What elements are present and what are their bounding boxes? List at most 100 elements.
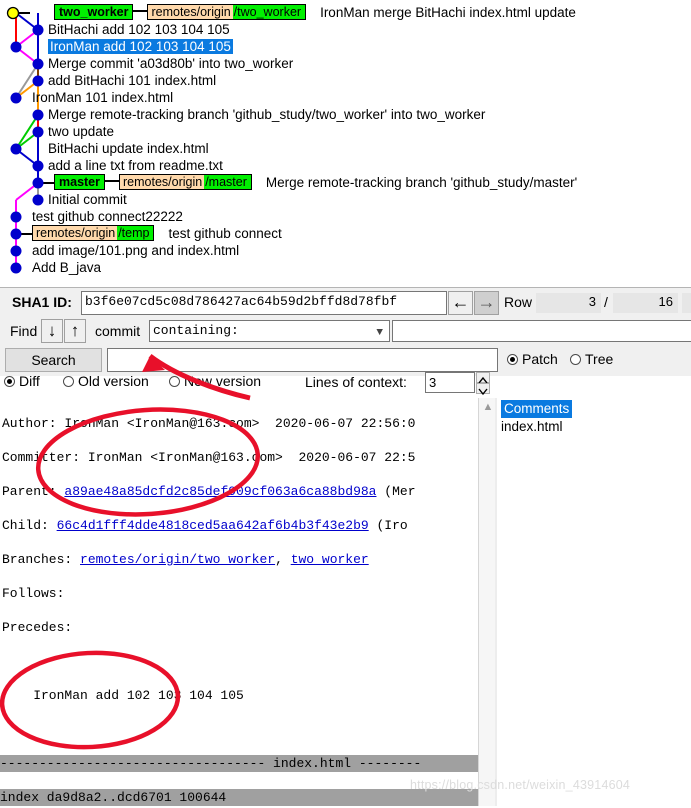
commit-message-text[interactable]: BitHachi add 102 103 104 105: [48, 22, 230, 37]
chevron-down-icon: [478, 388, 488, 396]
sha1-input[interactable]: b3f6e07cd5c08d786427ac64b59d2bffd8d78fbf: [81, 291, 447, 315]
tree-radio[interactable]: Tree: [570, 351, 613, 367]
commit-row[interactable]: Merge remote-tracking branch 'github_stu…: [48, 106, 485, 123]
watermark: https://blog.csdn.net/weixin_43914604: [410, 778, 631, 792]
diff-radio[interactable]: Diff: [4, 373, 40, 389]
lines-of-context-input[interactable]: 3: [425, 372, 475, 393]
row-extra-box: [682, 293, 691, 313]
commit-row[interactable]: add a line txt from readme.txt: [48, 157, 223, 174]
commit-row[interactable]: add image/101.png and index.html: [32, 242, 239, 259]
ref-tag-remote[interactable]: remotes/origin/two_worker: [147, 4, 307, 20]
new-version-label: New version: [184, 373, 262, 389]
patch-radio[interactable]: Patch: [507, 351, 558, 367]
radio-dot-icon: [169, 376, 180, 387]
file-list-pane[interactable]: Comments index.html: [497, 398, 691, 808]
search-input[interactable]: [107, 348, 498, 372]
file-list-item-label[interactable]: Comments: [501, 400, 573, 418]
search-button[interactable]: Search: [5, 348, 102, 372]
commit-message-text[interactable]: IronMan merge BitHachi index.html update: [320, 5, 576, 20]
old-version-radio[interactable]: Old version: [63, 373, 149, 389]
commit-message-text[interactable]: add a line txt from readme.txt: [48, 158, 223, 173]
row-label: Row: [504, 294, 533, 310]
commit-message-text[interactable]: BitHachi update index.html: [48, 141, 209, 156]
commit-row[interactable]: two_worker remotes/origin/two_worker IronM…: [54, 4, 576, 21]
child-sha-link[interactable]: 66c4d1fff4dde4818ced5aa642af6b4b3f43e2b9: [57, 518, 369, 533]
commit-row[interactable]: Initial commit: [48, 191, 127, 208]
lines-of-context-label: Lines of context:: [305, 374, 407, 390]
commit-message-text[interactable]: two update: [48, 124, 114, 139]
row-total-value: 16: [613, 293, 678, 313]
lines-of-context-spinner-down[interactable]: [476, 383, 490, 396]
find-scope-label: commit: [95, 323, 141, 339]
ref-connector-line: [105, 180, 119, 183]
find-up-button[interactable]: ↑: [64, 319, 86, 343]
commit-row[interactable]: test github connect22222: [32, 208, 183, 225]
commit-row[interactable]: IronMan add 102 103 104 105: [48, 38, 233, 55]
commit-message-text[interactable]: test github connect: [168, 226, 281, 241]
commit-detail-pane[interactable]: Author: IronMan <IronMan@163.com> 2020-0…: [0, 398, 478, 806]
child-tail: (Iro: [368, 518, 408, 533]
back-arrow-button[interactable]: ←: [448, 291, 473, 315]
ref-tag-head[interactable]: master: [54, 174, 105, 190]
commit-row[interactable]: Merge commit 'a03d80b' into two_worker: [48, 55, 293, 72]
diff-radio-label: Diff: [19, 373, 40, 389]
find-row: Find ↓ ↑ commit containing: ▼: [0, 318, 691, 346]
ref-tag-remote[interactable]: remotes/origin/temp: [32, 225, 155, 241]
sha1-label: SHA1 ID:: [12, 294, 72, 310]
ref-tag-remote[interactable]: remotes/origin/master: [119, 174, 252, 190]
commit-row[interactable]: master remotes/origin/master Merge remote-…: [54, 174, 577, 191]
commit-message-text[interactable]: add image/101.png and index.html: [32, 243, 239, 258]
new-version-radio[interactable]: New version: [169, 373, 261, 389]
chevron-down-icon: ▼: [376, 327, 383, 339]
parent-label: Parent:: [2, 484, 57, 499]
commit-message-text[interactable]: add BitHachi 101 index.html: [48, 73, 216, 88]
commit-message-text[interactable]: IronMan add 102 103 104 105: [48, 39, 233, 54]
controls-panel: SHA1 ID: b3f6e07cd5c08d786427ac64b59d2bf…: [0, 288, 691, 396]
ref-tag-head[interactable]: two_worker: [54, 4, 134, 20]
commit-row[interactable]: add BitHachi 101 index.html: [48, 72, 216, 89]
branch-link-local[interactable]: two_worker: [291, 552, 369, 567]
author-label: Author:: [2, 416, 57, 431]
ref-remote-suffix: /master: [204, 175, 251, 189]
sha1-row: SHA1 ID: b3f6e07cd5c08d786427ac64b59d2bf…: [0, 288, 691, 318]
radio-dot-icon: [63, 376, 74, 387]
commit-row[interactable]: two update: [48, 123, 114, 140]
author-value: IronMan <IronMan@163.com> 2020-06-07 22:…: [64, 416, 416, 431]
commit-row[interactable]: IronMan 101 index.html: [32, 89, 173, 106]
commit-message: IronMan add 102 103 104 105: [2, 688, 244, 703]
commit-message-text[interactable]: Initial commit: [48, 192, 127, 207]
commit-graph-pane[interactable]: two_worker remotes/origin/two_worker IronM…: [0, 0, 691, 288]
commit-row[interactable]: Add B_java: [32, 259, 101, 276]
commit-message-text[interactable]: Merge commit 'a03d80b' into two_worker: [48, 56, 293, 71]
radio-dot-icon: [4, 376, 15, 387]
ref-remote-suffix: /two_worker: [232, 5, 306, 19]
find-mode-select[interactable]: containing: ▼: [149, 320, 390, 342]
diff-index-line: index da9d8a2..dcd6701 100644: [0, 789, 478, 806]
ref-remote-prefix: remotes/origin: [148, 5, 233, 19]
parent-sha-link[interactable]: a89ae48a85dcfd2c85def909cf063a6ca88bd98a: [64, 484, 376, 499]
file-list-item[interactable]: Comments: [497, 400, 691, 418]
commit-message-text[interactable]: test github connect22222: [32, 209, 183, 224]
find-input[interactable]: [392, 320, 691, 342]
lines-of-context-spinner-up[interactable]: [476, 372, 490, 384]
file-list-item[interactable]: index.html: [497, 418, 691, 436]
follows-label: Follows:: [2, 586, 65, 601]
commit-message-text[interactable]: Merge remote-tracking branch 'github_stu…: [266, 175, 577, 190]
find-down-button[interactable]: ↓: [41, 319, 63, 343]
commit-row[interactable]: BitHachi update index.html: [48, 140, 209, 157]
commit-message-text[interactable]: Add B_java: [32, 260, 101, 275]
commit-row[interactable]: remotes/origin/temp test github connect: [32, 225, 282, 242]
branch-link-remote[interactable]: remotes/origin/two_worker: [80, 552, 275, 567]
commit-row[interactable]: BitHachi add 102 103 104 105: [48, 21, 230, 38]
forward-arrow-button[interactable]: →: [474, 291, 499, 315]
row-separator: /: [604, 294, 608, 310]
radio-dot-icon: [507, 354, 518, 365]
radio-dot-icon: [570, 354, 581, 365]
ref-remote-prefix: remotes/origin: [33, 226, 118, 240]
commit-message-text[interactable]: IronMan 101 index.html: [32, 90, 173, 105]
patch-radio-label: Patch: [522, 351, 558, 367]
find-mode-value: containing:: [153, 323, 239, 338]
ref-connector-line: [133, 10, 148, 13]
commit-message-text[interactable]: Merge remote-tracking branch 'github_stu…: [48, 107, 485, 122]
search-row: Search Patch Tree Diff Old version New v…: [0, 346, 691, 396]
